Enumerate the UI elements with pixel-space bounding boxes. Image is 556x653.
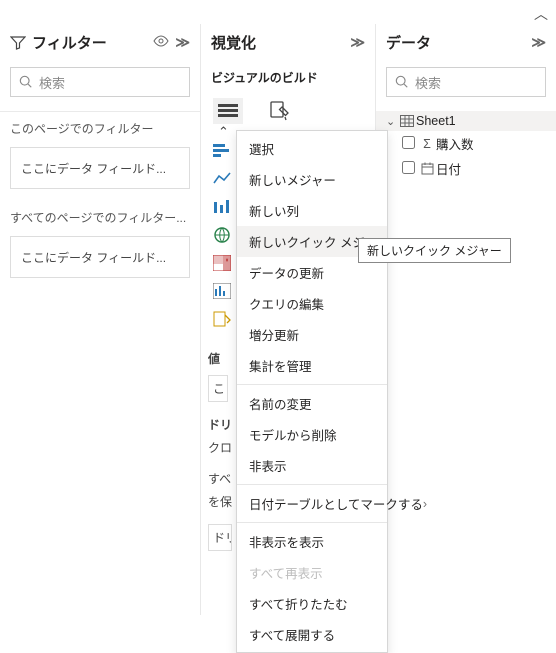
field-checkbox[interactable] bbox=[402, 136, 415, 149]
visuals-title: 視覚化 bbox=[211, 32, 256, 53]
menu-item-edit-query[interactable]: クエリの編集 bbox=[237, 288, 387, 319]
field-row[interactable]: 日付 bbox=[376, 156, 556, 181]
menu-item-rename[interactable]: 名前の変更 bbox=[237, 388, 387, 419]
page-filters-label: このページでのフィルター bbox=[0, 114, 200, 143]
data-title: データ bbox=[386, 32, 431, 53]
field-checkbox[interactable] bbox=[402, 161, 415, 174]
table-node-sheet1[interactable]: ⌄ Sheet1 bbox=[376, 111, 556, 131]
menu-separator bbox=[237, 384, 387, 385]
filter-icon bbox=[10, 35, 26, 51]
menu-item-view-hidden[interactable]: 非表示を表示 bbox=[237, 526, 387, 557]
format-visual-icon[interactable] bbox=[265, 98, 295, 124]
menu-item-new-measure[interactable]: 新しいメジャー bbox=[237, 164, 387, 195]
expand-icon[interactable]: ≫ bbox=[531, 34, 546, 51]
line-chart-icon[interactable] bbox=[211, 168, 233, 190]
menu-item-new-column[interactable]: 新しい列 bbox=[237, 195, 387, 226]
expand-icon[interactable]: ≫ bbox=[175, 34, 190, 51]
filters-search-placeholder: 検索 bbox=[39, 73, 65, 92]
data-search-input[interactable]: 検索 bbox=[386, 67, 546, 97]
drill-box: ドリ bbox=[208, 524, 232, 551]
filters-search-input[interactable]: 検索 bbox=[10, 67, 190, 97]
search-icon bbox=[19, 75, 33, 89]
table-icon bbox=[398, 115, 416, 127]
field-row[interactable]: Σ 購入数 bbox=[376, 131, 556, 156]
page-filters-dropzone[interactable]: ここにデータ フィールド... bbox=[10, 147, 190, 189]
chevron-down-icon: ⌄ bbox=[386, 115, 398, 128]
menu-item-hide[interactable]: 非表示 bbox=[237, 450, 387, 481]
menu-item-delete-from-model[interactable]: モデルから削除 bbox=[237, 419, 387, 450]
menu-item-manage-aggregations[interactable]: 集計を管理 bbox=[237, 350, 387, 381]
ribbon-chart-icon[interactable] bbox=[211, 196, 233, 218]
data-search-placeholder: 検索 bbox=[415, 73, 441, 92]
field-label: 日付 bbox=[436, 159, 461, 178]
kpi-icon[interactable] bbox=[211, 280, 233, 302]
menu-item-mark-date-table[interactable]: 日付テーブルとしてマークする› bbox=[237, 488, 387, 519]
menu-item-unhide-all: すべて再表示 bbox=[237, 557, 387, 588]
sigma-icon: Σ bbox=[418, 137, 436, 151]
globe-icon[interactable] bbox=[211, 224, 233, 246]
all-pages-filters-dropzone[interactable]: ここにデータ フィールド... bbox=[10, 236, 190, 278]
chevron-down-icon[interactable]: ⌃ bbox=[218, 124, 229, 140]
tooltip: 新しいクイック メジャー bbox=[358, 238, 511, 263]
menu-item-select[interactable]: 選択 bbox=[237, 133, 387, 164]
menu-item-expand-all[interactable]: すべて展開する bbox=[237, 619, 387, 650]
treemap-icon[interactable] bbox=[211, 252, 233, 274]
data-pane: データ ≫ 検索 ⌄ Sheet1 Σ 購入数 bbox=[375, 24, 556, 615]
menu-separator bbox=[237, 484, 387, 485]
filters-pane: フィルター ≫ 検索 このページでのフィルター ここにデータ フィールド... … bbox=[0, 24, 200, 615]
calendar-icon bbox=[418, 162, 436, 175]
chevron-right-icon: › bbox=[423, 497, 427, 511]
menu-item-collapse-all[interactable]: すべて折りたたむ bbox=[237, 588, 387, 619]
table-name: Sheet1 bbox=[416, 114, 456, 128]
collapse-up-icon[interactable]: ︿ bbox=[534, 4, 548, 24]
menu-separator bbox=[237, 522, 387, 523]
context-menu: 選択 新しいメジャー 新しい列 新しいクイック メジャー データの更新 クエリの… bbox=[236, 130, 388, 653]
visuals-subtitle: ビジュアルのビルド bbox=[201, 63, 375, 94]
all-pages-filters-label: すべてのページでのフィルター... bbox=[0, 203, 200, 232]
eye-icon[interactable] bbox=[153, 33, 169, 52]
field-label: 購入数 bbox=[436, 134, 474, 153]
chart-type-palette bbox=[208, 140, 236, 330]
value-box: こ bbox=[208, 375, 228, 402]
expand-icon[interactable]: ≫ bbox=[350, 34, 365, 51]
python-visual-icon[interactable] bbox=[211, 308, 233, 330]
stacked-bar-icon[interactable] bbox=[211, 140, 233, 162]
build-visual-icon[interactable] bbox=[213, 98, 243, 124]
menu-item-incremental-refresh[interactable]: 増分更新 bbox=[237, 319, 387, 350]
search-icon bbox=[395, 75, 409, 89]
filters-title: フィルター bbox=[32, 32, 107, 53]
